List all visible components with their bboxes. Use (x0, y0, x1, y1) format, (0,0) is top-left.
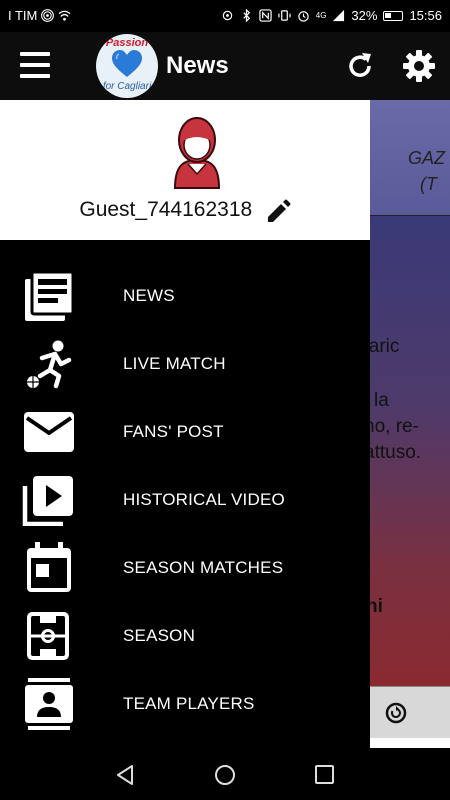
soccer-player-icon (27, 340, 72, 389)
menu-item-historical-video[interactable]: HISTORICAL VIDEO (0, 470, 370, 530)
menu-item-team-players[interactable]: TEAM PLAYERS (0, 674, 370, 734)
status-left: I TIM (8, 8, 71, 23)
news-footer-bar (370, 686, 450, 738)
menu-label: HISTORICAL VIDEO (123, 490, 285, 509)
nfc-icon (259, 9, 272, 22)
recent-apps-icon[interactable] (315, 765, 334, 784)
heart-icon (112, 50, 142, 77)
news-icon (25, 270, 75, 321)
bluetooth-icon (243, 9, 250, 22)
vibrate-icon (278, 10, 291, 21)
username-row: Guest_744162318 (0, 198, 370, 225)
back-icon[interactable] (114, 764, 136, 786)
menu-item-season-matches[interactable]: SEASON MATCHES (0, 538, 370, 598)
app-logo: Passion for Cagliari (96, 34, 158, 98)
article-line: no, re- (370, 416, 419, 437)
menu-item-fans-post[interactable]: FANS' POST (0, 402, 370, 462)
menu-item-season[interactable]: SEASON (0, 606, 370, 666)
article-line: attuso. (370, 442, 422, 463)
screen: I TIM 4G 32% 15:56 Passion for Cagliari … (0, 0, 450, 800)
article-line: la (374, 390, 389, 411)
menu-label: SEASON (123, 626, 196, 645)
drawer-header: Guest_744162318 (0, 100, 370, 240)
status-right: 4G 32% 15:56 (221, 8, 442, 23)
menu-icon[interactable] (20, 52, 50, 78)
page-title: News (166, 52, 229, 79)
refresh-icon[interactable] (344, 50, 376, 82)
reload-icon[interactable] (384, 701, 408, 725)
article-line: ni (370, 596, 383, 617)
news-header-line-2: (T (420, 174, 437, 194)
logo-top-text: Passion (105, 37, 149, 49)
news-header-line-1: GAZ (408, 148, 446, 168)
avatar[interactable] (172, 114, 222, 190)
battery-percent: 32% (351, 8, 378, 23)
logo-bottom-text: for Cagliari (102, 81, 152, 92)
signal-icon (333, 9, 345, 22)
news-article-body: idaric la no, re- attuso. ni (370, 216, 450, 686)
gear-icon[interactable] (402, 49, 436, 83)
app-bar: Passion for Cagliari News (0, 32, 450, 100)
video-library-icon (22, 476, 73, 526)
menu-label: LIVE MATCH (123, 354, 226, 373)
news-content-background: GAZ (T idaric la no, re- attuso. ni (370, 100, 450, 748)
system-navigation-bar (0, 748, 450, 800)
menu-label: FANS' POST (123, 422, 224, 441)
username: Guest_744162318 (79, 198, 253, 221)
menu-label: SEASON MATCHES (123, 558, 284, 577)
navigation-drawer: Guest_744162318 NEWS LIVE MATCH FANS' PO… (0, 100, 370, 748)
menu-label: TEAM PLAYERS (123, 694, 255, 713)
hotspot-status-icon (222, 10, 232, 21)
edit-icon[interactable] (265, 199, 291, 225)
battery-icon (383, 10, 404, 21)
menu-item-news[interactable]: NEWS (0, 266, 370, 326)
mail-icon (24, 412, 74, 452)
soccer-field-icon (27, 612, 69, 660)
status-bar: I TIM 4G 32% 15:56 (0, 0, 450, 32)
menu-item-live-match[interactable]: LIVE MATCH (0, 334, 370, 394)
carrier-label: I TIM (8, 8, 38, 23)
calendar-icon (27, 542, 71, 592)
clock: 15:56 (409, 8, 442, 23)
hotspot-icon (41, 9, 55, 22)
home-icon[interactable] (214, 764, 236, 786)
player-card-icon (25, 678, 73, 730)
network-label: 4G (315, 11, 327, 20)
article-line: idaric (370, 336, 400, 357)
alarm-icon (298, 11, 309, 22)
news-header-card: GAZ (T (370, 100, 450, 216)
wifi-icon (58, 10, 71, 21)
menu-label: NEWS (123, 286, 175, 305)
